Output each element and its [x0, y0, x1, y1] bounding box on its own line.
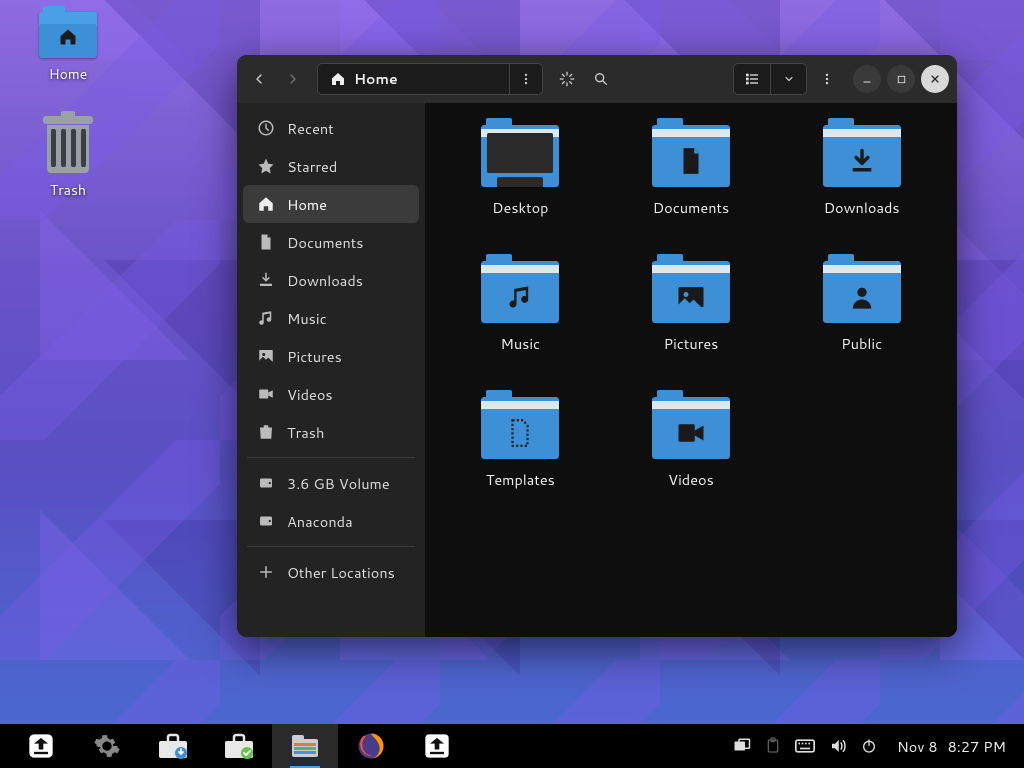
- folder-grid[interactable]: Desktop Documents Downloads Music: [425, 103, 957, 637]
- tray-workspaces-icon[interactable]: [733, 738, 751, 754]
- taskbar-clock[interactable]: Nov 8 8:27 PM: [891, 736, 1012, 757]
- taskbar-date: Nov 8: [897, 736, 938, 757]
- taskbar-app-software-install[interactable]: [140, 724, 206, 768]
- sidebar-item-volume[interactable]: 3.6 GB Volume: [243, 464, 419, 502]
- sidebar-item-videos[interactable]: Videos: [243, 375, 419, 413]
- sidebar-item-recent[interactable]: Recent: [243, 109, 419, 147]
- sidebar-item-label: Music: [287, 308, 327, 329]
- folder-label: Music: [500, 333, 540, 354]
- tray-power-icon[interactable]: [861, 738, 877, 754]
- sidebar-item-pictures[interactable]: Pictures: [243, 337, 419, 375]
- close-button[interactable]: [921, 65, 949, 93]
- taskbar-app-files[interactable]: [272, 724, 338, 768]
- view-list-button[interactable]: [734, 64, 770, 94]
- sidebar-item-label: Trash: [287, 422, 324, 443]
- folder-label: Pictures: [664, 333, 719, 354]
- sidebar-item-label: Anaconda: [287, 511, 353, 532]
- folder-label: Videos: [668, 469, 714, 490]
- desktop-icon-label: Home: [49, 64, 88, 84]
- taskbar: Nov 8 8:27 PM: [0, 724, 1024, 768]
- desktop-icon-label: Trash: [50, 180, 86, 200]
- folder-label: Public: [841, 333, 882, 354]
- sidebar-item-label: Other Locations: [287, 562, 395, 583]
- taskbar-app-disk-utility[interactable]: [404, 724, 470, 768]
- sidebar-item-anaconda[interactable]: Anaconda: [243, 502, 419, 540]
- tray-clipboard-icon[interactable]: [765, 737, 781, 755]
- trash-icon: [42, 116, 94, 174]
- sidebar-item-music[interactable]: Music: [243, 299, 419, 337]
- home-folder-icon: [39, 12, 97, 58]
- taskbar-app-firefox[interactable]: [338, 724, 404, 768]
- folder-label: Documents: [653, 197, 729, 218]
- sidebar-item-downloads[interactable]: Downloads: [243, 261, 419, 299]
- folder-icon: [481, 397, 559, 459]
- path-segment-home[interactable]: Home: [318, 64, 410, 94]
- folder-downloads[interactable]: Downloads: [778, 121, 945, 253]
- sidebar-item-label: Videos: [287, 384, 333, 405]
- window-titlebar[interactable]: Home: [237, 55, 957, 103]
- folder-videos[interactable]: Videos: [608, 393, 775, 525]
- tray-keyboard-icon[interactable]: [795, 739, 815, 753]
- view-dropdown-button[interactable]: [770, 64, 806, 94]
- sidebar: Recent Starred Home Documents Downloads …: [237, 103, 425, 637]
- sidebar-item-label: Pictures: [287, 346, 342, 367]
- folder-label: Templates: [486, 469, 555, 490]
- sidebar-item-label: Downloads: [287, 270, 363, 291]
- folder-label: Desktop: [492, 197, 548, 218]
- folder-icon: [652, 125, 730, 187]
- folder-desktop[interactable]: Desktop: [437, 121, 604, 253]
- sidebar-item-home[interactable]: Home: [243, 185, 419, 223]
- folder-icon: [823, 261, 901, 323]
- folder-music[interactable]: Music: [437, 257, 604, 389]
- sidebar-separator: [247, 546, 415, 547]
- path-menu-button[interactable]: [510, 64, 542, 94]
- desktop-icon-home[interactable]: Home: [28, 12, 108, 84]
- nav-back-button[interactable]: [245, 65, 273, 93]
- folder-label: Downloads: [824, 197, 900, 218]
- sidebar-item-documents[interactable]: Documents: [243, 223, 419, 261]
- folder-pictures[interactable]: Pictures: [608, 257, 775, 389]
- taskbar-app-settings[interactable]: [74, 724, 140, 768]
- sidebar-item-label: Home: [287, 194, 327, 215]
- sidebar-item-label: Documents: [287, 232, 363, 253]
- sidebar-item-label: Recent: [287, 118, 334, 139]
- hamburger-menu-button[interactable]: [813, 65, 841, 93]
- folder-documents[interactable]: Documents: [608, 121, 775, 253]
- taskbar-app-installer[interactable]: [8, 724, 74, 768]
- sidebar-item-trash[interactable]: Trash: [243, 413, 419, 451]
- system-tray: Nov 8 8:27 PM: [733, 736, 1016, 757]
- search-button[interactable]: [587, 65, 615, 93]
- minimize-button[interactable]: [853, 65, 881, 93]
- sidebar-item-other-locations[interactable]: Other Locations: [243, 553, 419, 591]
- folder-public[interactable]: Public: [778, 257, 945, 389]
- location-button[interactable]: [553, 65, 581, 93]
- folder-templates[interactable]: Templates: [437, 393, 604, 525]
- path-bar[interactable]: Home: [317, 63, 543, 95]
- maximize-button[interactable]: [887, 65, 915, 93]
- taskbar-app-software[interactable]: [206, 724, 272, 768]
- sidebar-separator: [247, 457, 415, 458]
- folder-icon: [481, 125, 559, 187]
- files-window: Home: [237, 55, 957, 637]
- sidebar-item-label: Starred: [287, 156, 337, 177]
- tray-volume-icon[interactable]: [829, 737, 847, 755]
- desktop-icons: Home Trash: [28, 12, 108, 200]
- folder-icon: [823, 125, 901, 187]
- taskbar-time: 8:27 PM: [948, 736, 1006, 757]
- sidebar-item-label: 3.6 GB Volume: [287, 473, 390, 494]
- view-mode-toggle: [733, 63, 807, 95]
- folder-icon: [652, 397, 730, 459]
- sidebar-item-starred[interactable]: Starred: [243, 147, 419, 185]
- folder-icon: [481, 261, 559, 323]
- nav-forward-button[interactable]: [279, 65, 307, 93]
- desktop-icon-trash[interactable]: Trash: [28, 116, 108, 200]
- window-controls: [853, 65, 949, 93]
- path-label: Home: [354, 69, 398, 89]
- folder-icon: [652, 261, 730, 323]
